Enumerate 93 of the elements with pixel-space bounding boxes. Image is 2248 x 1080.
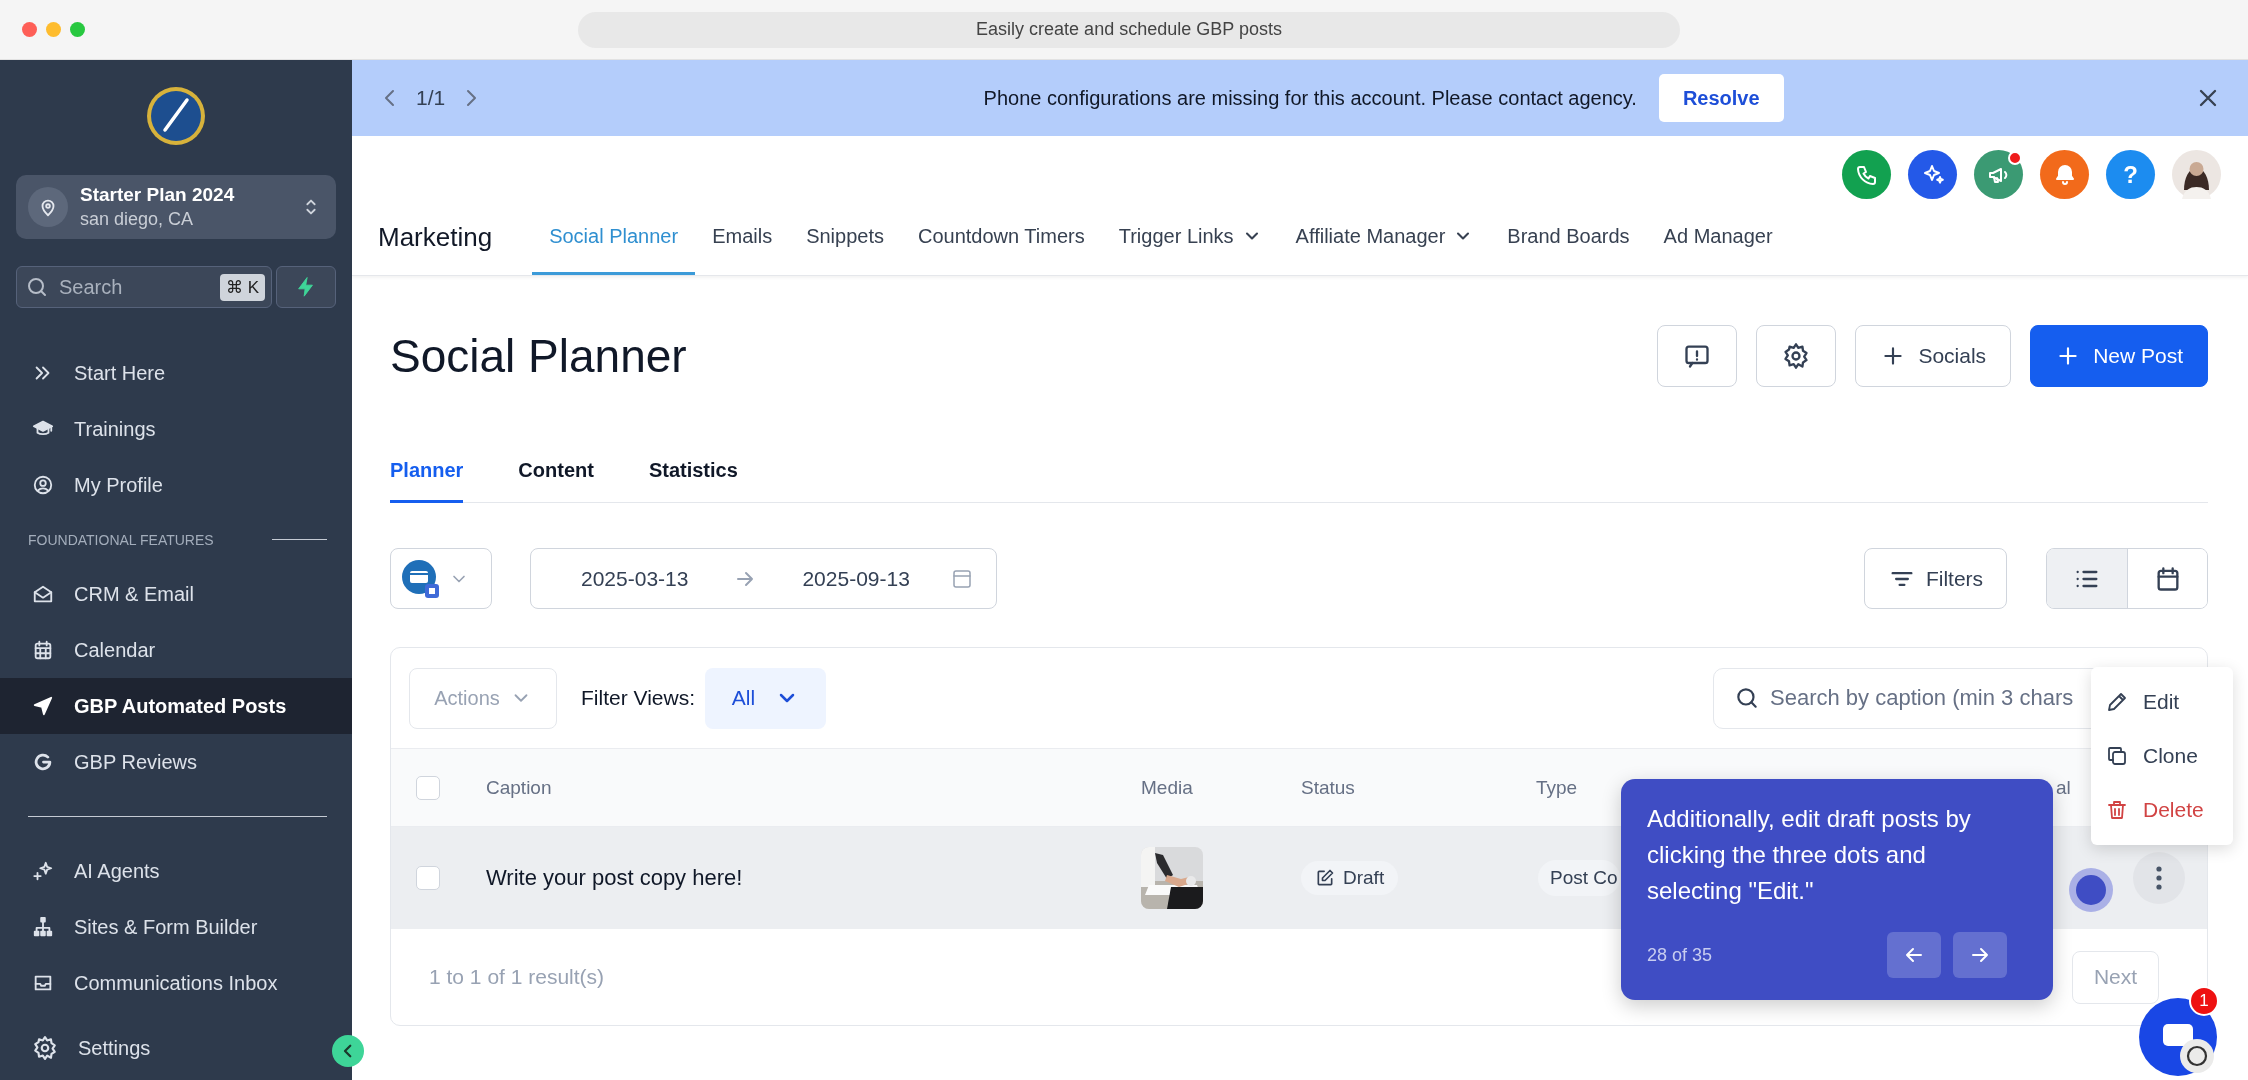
section-title: Marketing [378, 222, 493, 253]
date-range-field[interactable]: 2025-03-13 2025-09-13 [530, 548, 997, 609]
sparkles-icon [32, 860, 54, 882]
checkbox[interactable] [416, 775, 440, 800]
menu-item[interactable]: Delete [2091, 783, 2233, 837]
nav-tab[interactable]: Affiliate Manager [1278, 200, 1491, 275]
more-options-button[interactable] [2133, 852, 2185, 904]
new-post-button[interactable]: New Post [2030, 325, 2208, 387]
nav-item[interactable]: CRM & Email [0, 566, 352, 622]
pencil-icon [2105, 690, 2129, 714]
column-header: Type [1536, 776, 1578, 798]
logo [146, 86, 206, 146]
search-icon [1734, 685, 1760, 711]
step-counter: 28 of 35 [1647, 944, 1713, 966]
column-header: al [2056, 776, 2071, 798]
type-chip: Post Co [1538, 860, 1620, 896]
next-step-button[interactable] [1953, 932, 2007, 978]
results-summary: 1 to 1 of 1 result(s) [429, 965, 605, 989]
search-icon [25, 275, 49, 299]
tab[interactable]: Statistics [648, 441, 738, 503]
header-action-button[interactable] [1908, 150, 1957, 199]
tab[interactable]: Content [518, 441, 594, 503]
tooltip-text: Additionally, edit draft posts by clicking the three dots and selecting "Edit." [1647, 804, 1972, 906]
menu-item[interactable]: Clone [2091, 729, 2233, 783]
socials-button[interactable]: Socials [1855, 325, 2012, 387]
nav-item[interactable]: Trainings [0, 401, 352, 457]
navigation-arrow-icon [32, 695, 54, 717]
header-action-button[interactable] [1974, 150, 2023, 199]
account-location: san diego, CA [80, 209, 195, 230]
maximize-window-button[interactable] [70, 22, 85, 37]
envelope-icon [32, 583, 54, 605]
nav-item[interactable]: Start Here [0, 345, 352, 401]
nav-item[interactable]: GBP Reviews [0, 734, 352, 790]
header-action-button[interactable] [2040, 150, 2089, 199]
page-title: Social Planner [390, 329, 687, 383]
notification-badge: 1 [2189, 986, 2219, 1016]
nav-tab[interactable]: Countdown Timers [901, 200, 1102, 275]
start-date: 2025-03-13 [581, 566, 689, 591]
search-input[interactable]: Search [57, 274, 212, 300]
nav-tab[interactable]: Ad Manager [1646, 200, 1790, 275]
edit-icon [1315, 868, 1335, 888]
quick-action-button[interactable] [276, 266, 336, 308]
nav-item[interactable]: Communications Inbox [0, 955, 352, 1011]
section-heading: FOUNDATIONAL FEATURES [28, 531, 214, 548]
settings-button[interactable] [1756, 325, 1837, 387]
avatar [2172, 150, 2221, 199]
calendar-view-button[interactable] [2127, 549, 2207, 608]
table-cell: Write your post copy here! [486, 865, 743, 890]
checkbox[interactable] [416, 866, 440, 890]
page-counter: 1/1 [416, 86, 446, 110]
column-header: Caption [486, 776, 552, 798]
column-header: Status [1301, 776, 1355, 798]
nav-item[interactable]: AI Agents [0, 843, 352, 899]
filter-view-dropdown[interactable]: All [705, 667, 826, 729]
calendar-icon [32, 639, 54, 661]
settings-icon [1782, 342, 1811, 370]
header-action-button[interactable] [1842, 150, 1891, 199]
resolve-button[interactable]: Resolve [1658, 74, 1784, 122]
trash-icon [2105, 798, 2129, 822]
settings-icon [32, 1035, 58, 1061]
nav-tab[interactable]: Social Planner [532, 200, 696, 275]
nav-item[interactable]: My Profile [0, 457, 352, 513]
account-name: Starter Plan 2024 [80, 184, 235, 206]
g-letter-icon [32, 751, 54, 773]
location-selector[interactable] [390, 548, 492, 609]
nav-tab[interactable]: Snippets [789, 200, 901, 275]
tab[interactable]: Planner [390, 441, 464, 503]
banner-message: Phone configurations are missing for this account. Please contact agency. [983, 86, 1637, 110]
copy-icon [2105, 744, 2129, 768]
nav-tab[interactable]: Trigger Links [1101, 200, 1279, 275]
address-bar[interactable]: Easily create and schedule GBP posts [578, 11, 1680, 48]
account-avatar [28, 187, 68, 227]
nav-item[interactable]: Settings [0, 1020, 330, 1076]
close-window-button[interactable] [22, 22, 37, 37]
nav-tab[interactable]: Emails [695, 200, 790, 275]
previous-step-button[interactable] [1887, 932, 1941, 978]
filters-button[interactable]: Filters [1864, 548, 2007, 609]
shortcut-key: ⌘ K [219, 273, 265, 301]
store-icon [401, 558, 441, 599]
nav-item[interactable]: GBP Automated Posts [0, 678, 352, 734]
nav-tab[interactable]: Brand Boards [1490, 200, 1647, 275]
search-field[interactable]: Search ⌘ K [16, 266, 272, 308]
user-circle-icon [32, 474, 54, 496]
feedback-button[interactable] [1657, 325, 1738, 387]
sitemap-icon [32, 916, 54, 938]
account-switcher[interactable]: Starter Plan 2024 san diego, CA [16, 175, 336, 239]
nav-item[interactable]: Sites & Form Builder [0, 899, 352, 955]
end-date: 2025-09-13 [802, 566, 910, 591]
filter-views-label: Filter Views: [581, 686, 695, 710]
column-header: Media [1141, 776, 1193, 798]
vertical-dots-icon [2156, 866, 2162, 890]
nav-item[interactable]: Calendar [0, 622, 352, 678]
status-label: Draft [1343, 867, 1385, 889]
